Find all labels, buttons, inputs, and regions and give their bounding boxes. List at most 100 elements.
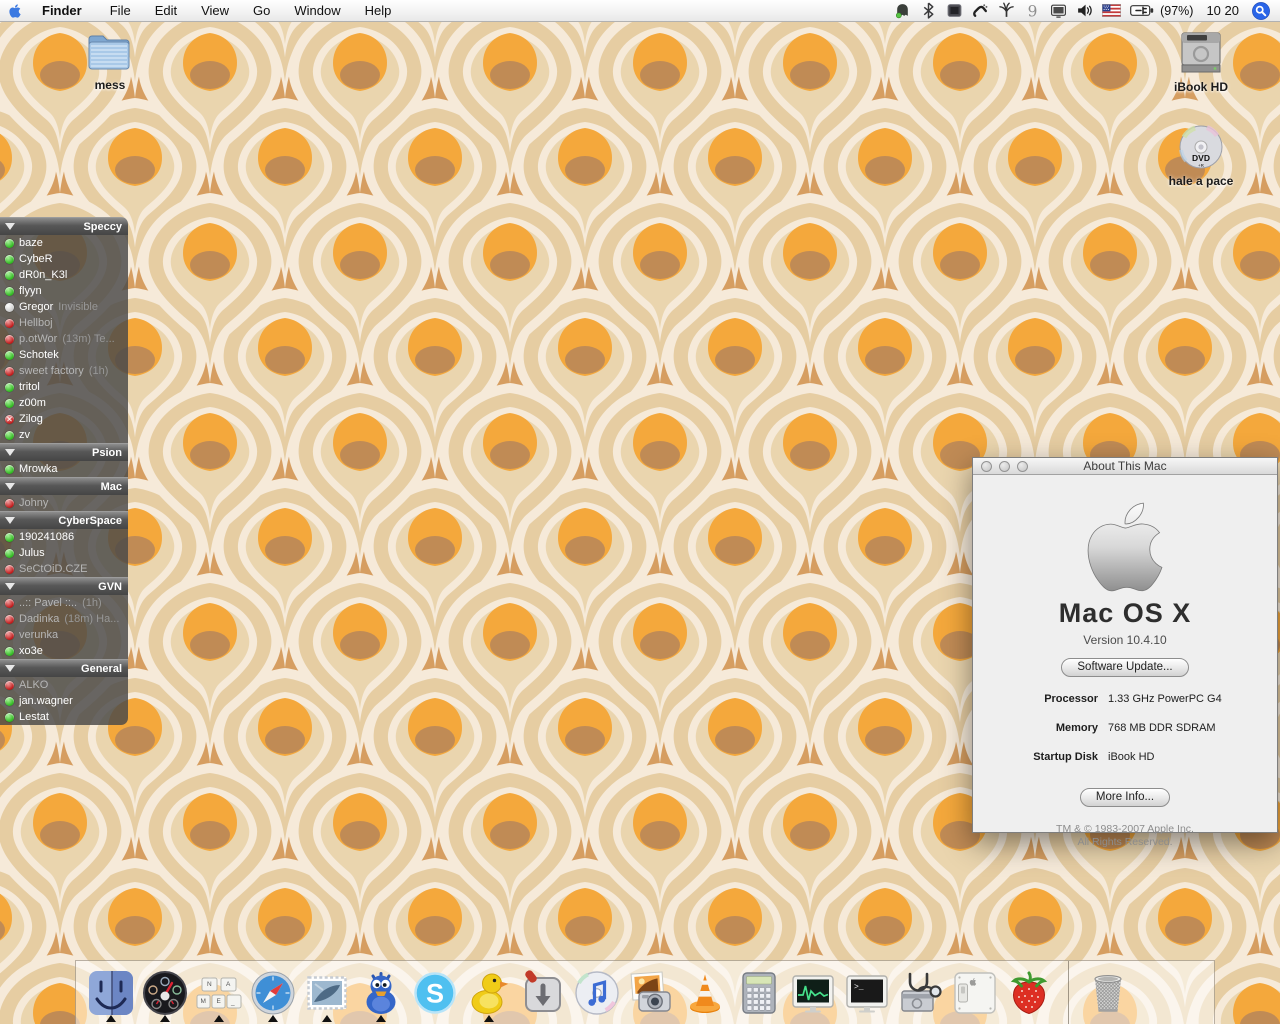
dock-terminal[interactable]: >_ bbox=[840, 965, 894, 1021]
dock-disk-utility[interactable] bbox=[894, 965, 948, 1021]
menu-item-go[interactable]: Go bbox=[241, 0, 282, 22]
buddy-name: flyyn bbox=[19, 285, 42, 297]
buddy-group-header-speccy[interactable]: Speccy bbox=[0, 217, 128, 235]
volume-icon[interactable] bbox=[1076, 2, 1093, 19]
buddy-row-cyber[interactable]: CybeR bbox=[0, 251, 128, 267]
battery-percent: (97%) bbox=[1160, 4, 1193, 18]
apple-menu[interactable] bbox=[0, 3, 30, 19]
more-info-button[interactable]: More Info... bbox=[1080, 788, 1170, 807]
menu-item-view[interactable]: View bbox=[189, 0, 241, 22]
dock-dashboard[interactable] bbox=[138, 965, 192, 1021]
im-status-icon[interactable] bbox=[894, 2, 911, 19]
buddy-group-header-general[interactable]: General bbox=[0, 659, 128, 677]
spotlight-icon[interactable] bbox=[1252, 2, 1270, 20]
menu-item-edit[interactable]: Edit bbox=[143, 0, 189, 22]
battery-charging-icon[interactable] bbox=[1130, 4, 1154, 17]
monitor-icon[interactable] bbox=[1050, 2, 1067, 19]
dock-downloader[interactable] bbox=[516, 965, 570, 1021]
dock-iphoto[interactable] bbox=[624, 965, 678, 1021]
digit-9-icon[interactable]: 9 bbox=[1024, 2, 1041, 19]
dock-system-preferences[interactable] bbox=[948, 965, 1002, 1021]
menu-item-help[interactable]: Help bbox=[353, 0, 404, 22]
dvd-disc-icon: DVD+R bbox=[1153, 122, 1249, 172]
desktop-icon-mess[interactable]: mess bbox=[62, 30, 158, 92]
dock-calculator[interactable] bbox=[732, 965, 786, 1021]
dock-adium[interactable] bbox=[354, 965, 408, 1021]
collapse-triangle-icon bbox=[5, 665, 15, 672]
buddy-name: ALKO bbox=[19, 679, 48, 691]
buddy-name: dR0n_K3l bbox=[19, 269, 67, 281]
buddy-row-tritol[interactable]: tritol bbox=[0, 379, 128, 395]
phone-icon[interactable] bbox=[972, 2, 989, 19]
buddy-group-name: GVN bbox=[15, 581, 128, 593]
buddy-row-z00m[interactable]: z00m bbox=[0, 395, 128, 411]
menu-item-window[interactable]: Window bbox=[282, 0, 352, 22]
collapse-triangle-icon bbox=[5, 223, 15, 230]
buddy-row-dr0n-k3l[interactable]: dR0n_K3l bbox=[0, 267, 128, 283]
buddy-row-zilog[interactable]: Zilog bbox=[0, 411, 128, 427]
dock-cyberduck[interactable] bbox=[462, 965, 516, 1021]
buddy-row-flyyn[interactable]: flyyn bbox=[0, 283, 128, 299]
buddy-group-header-cyberspace[interactable]: CyberSpace bbox=[0, 511, 128, 529]
running-indicator-icon bbox=[268, 1015, 278, 1022]
about-window-titlebar[interactable]: About This Mac bbox=[973, 458, 1277, 475]
collapse-triangle-icon bbox=[5, 449, 15, 456]
dock-activity-monitor[interactable] bbox=[786, 965, 840, 1021]
buddy-group-name: Mac bbox=[15, 481, 128, 493]
dock-safari[interactable] bbox=[246, 965, 300, 1021]
buddy-row-baze[interactable]: baze bbox=[0, 235, 128, 251]
buddy-row-julus[interactable]: Julus bbox=[0, 545, 128, 561]
dock-mail[interactable] bbox=[300, 965, 354, 1021]
status-online-icon bbox=[5, 287, 14, 296]
spec-value-memory: 768 MB DDR SDRAM bbox=[1108, 722, 1277, 734]
buddy-row-mrowka[interactable]: Mrowka bbox=[0, 461, 128, 477]
buddy-row-xo3e[interactable]: xo3e bbox=[0, 643, 128, 659]
buddy-row-lestat[interactable]: Lestat bbox=[0, 709, 128, 725]
spec-label-processor: Processor bbox=[973, 693, 1098, 705]
buddy-row-190241086[interactable]: 190241086 bbox=[0, 529, 128, 545]
buddy-group-header-mac[interactable]: Mac bbox=[0, 477, 128, 495]
status-online-icon bbox=[5, 399, 14, 408]
buddy-row-dadinka[interactable]: Dadinka(18m) Ha... bbox=[0, 611, 128, 627]
display-box-icon[interactable] bbox=[946, 2, 963, 19]
dock-vlc[interactable] bbox=[678, 965, 732, 1021]
dock-itunes[interactable] bbox=[570, 965, 624, 1021]
buddy-name: Johny bbox=[19, 497, 48, 509]
dock-skype[interactable]: S bbox=[408, 965, 462, 1021]
status-online-icon bbox=[5, 533, 14, 542]
buddy-row-alko[interactable]: ALKO bbox=[0, 677, 128, 693]
buddy-row-johny[interactable]: Johny bbox=[0, 495, 128, 511]
dock-finder[interactable] bbox=[84, 965, 138, 1021]
dock-berry[interactable] bbox=[1002, 965, 1056, 1021]
dock-trash[interactable] bbox=[1081, 965, 1135, 1021]
status-online-icon bbox=[5, 465, 14, 474]
airport-icon[interactable] bbox=[998, 2, 1015, 19]
buddy-row-p-otwor[interactable]: p.otWor(13m) Te... bbox=[0, 331, 128, 347]
menu-clock[interactable]: 10 20 bbox=[1202, 3, 1243, 18]
apple-logo bbox=[973, 501, 1277, 596]
running-indicator-icon bbox=[376, 1015, 386, 1022]
desktop-icon-hale-a-pace[interactable]: DVD+Rhale a pace bbox=[1153, 122, 1249, 188]
buddy-row-schotek[interactable]: Schotek bbox=[0, 347, 128, 363]
bluetooth-icon[interactable] bbox=[920, 2, 937, 19]
buddy-name: Hellboj bbox=[19, 317, 53, 329]
buddy-row-verunka[interactable]: verunka bbox=[0, 627, 128, 643]
dock-keyboard[interactable]: NAME_ bbox=[192, 965, 246, 1021]
buddy-row-pavel[interactable]: ..:: Pavel ::..(1h) bbox=[0, 595, 128, 611]
buddy-row-gregor[interactable]: GregorInvisible bbox=[0, 299, 128, 315]
buddy-status-suffix: (1h) bbox=[82, 597, 102, 609]
buddy-row-sectoid-cze[interactable]: SeCtOiD.CZE bbox=[0, 561, 128, 577]
buddy-row-sweet-factory[interactable]: sweet factory(1h) bbox=[0, 363, 128, 379]
menu-item-file[interactable]: File bbox=[98, 0, 143, 22]
buddy-name: zv bbox=[19, 429, 30, 441]
software-update-button[interactable]: Software Update... bbox=[1061, 658, 1188, 677]
keyboard-us-flag-icon[interactable] bbox=[1102, 4, 1121, 17]
buddy-row-hellboj[interactable]: Hellboj bbox=[0, 315, 128, 331]
buddy-group-header-gvn[interactable]: GVN bbox=[0, 577, 128, 595]
desktop-icon-ibook-hd[interactable]: iBook HD bbox=[1153, 28, 1249, 94]
svg-text:9: 9 bbox=[1028, 2, 1038, 19]
buddy-group-header-psion[interactable]: Psion bbox=[0, 443, 128, 461]
menu-item-finder[interactable]: Finder bbox=[30, 0, 98, 22]
buddy-row-zv[interactable]: zv bbox=[0, 427, 128, 443]
buddy-row-jan-wagner[interactable]: jan.wagner bbox=[0, 693, 128, 709]
